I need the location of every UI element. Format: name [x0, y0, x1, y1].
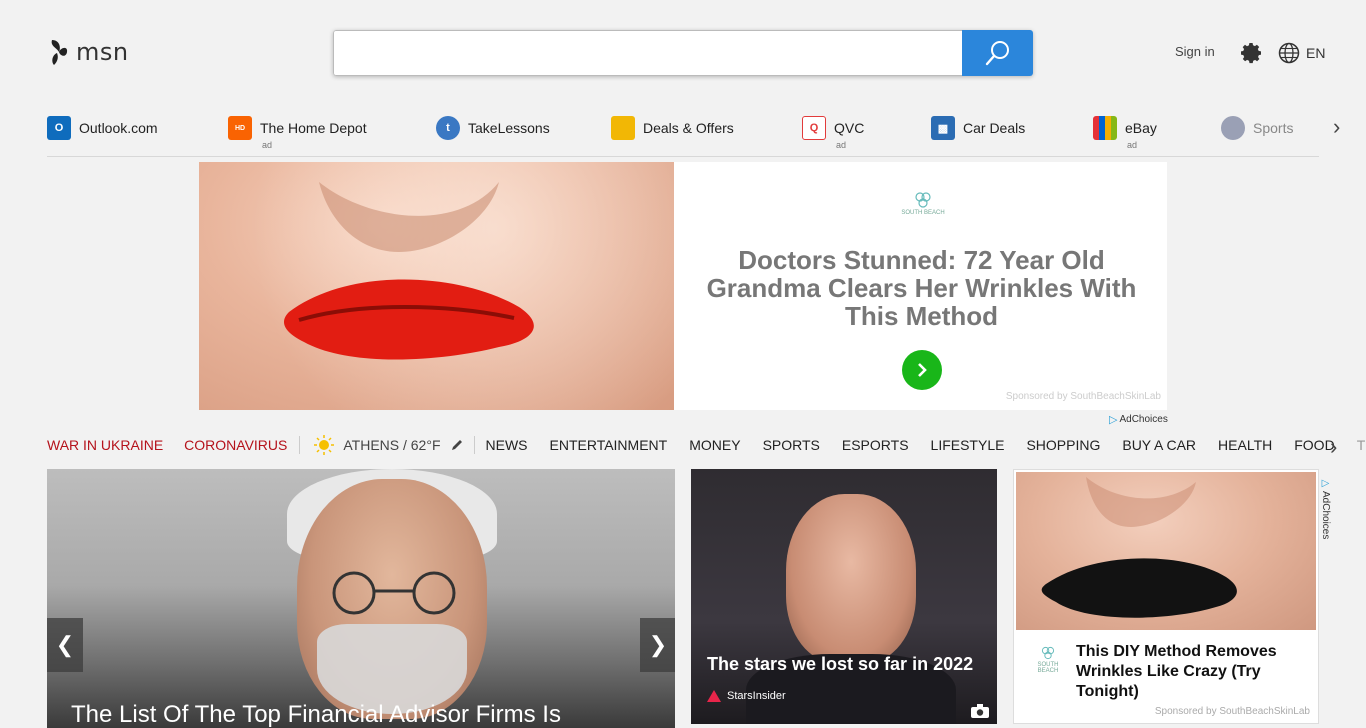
ad-lips-image	[1016, 472, 1316, 630]
starsinsider-logo-icon	[707, 690, 721, 702]
story-title[interactable]: The stars we lost so far in 2022	[707, 654, 973, 675]
quick-link-label: Sports	[1253, 120, 1294, 136]
nav-health[interactable]: HEALTH	[1218, 437, 1272, 453]
quick-link-takelessons[interactable]: t TakeLessons	[436, 116, 550, 140]
nav-shopping[interactable]: SHOPPING	[1026, 437, 1100, 453]
quick-link-qvc[interactable]: Q QVC ad	[802, 116, 865, 150]
banner-ad-headline[interactable]: Doctors Stunned: 72 Year Old Grandma Cle…	[694, 246, 1149, 330]
adchoices-link[interactable]: ▷ AdChoices	[1109, 413, 1168, 426]
southbeach-logo: SOUTH BEACH	[896, 192, 950, 222]
quick-link-label: Deals & Offers	[643, 120, 734, 136]
story-image	[786, 494, 916, 664]
search-button[interactable]	[962, 30, 1033, 76]
adchoices-icon: ▷	[1109, 414, 1118, 426]
quick-link-label: TakeLessons	[468, 120, 550, 136]
quick-link-sports[interactable]: Sports	[1221, 116, 1293, 140]
nav-esports[interactable]: ESPORTS	[842, 437, 909, 453]
deals-tag-icon	[611, 116, 635, 140]
quick-links-bar: O Outlook.com HD The Home Depot ad t Tak…	[47, 110, 1340, 157]
quick-link-label: Car Deals	[963, 120, 1026, 136]
butterfly-logo-icon	[51, 40, 68, 65]
camera-gallery-icon	[971, 704, 989, 718]
ad-sponsor[interactable]: Sponsored by SouthBeachSkinLab	[1155, 706, 1310, 717]
settings-gear-icon[interactable]	[1240, 41, 1264, 65]
nav-coronavirus[interactable]: CORONAVIRUS	[184, 437, 287, 453]
outlook-icon: O	[47, 116, 71, 140]
adchoices-icon: ▷	[1320, 478, 1331, 489]
hero-title[interactable]: The List Of The Top Financial Advisor Fi…	[71, 701, 561, 728]
car-icon: ▩	[931, 116, 955, 140]
quick-link-deals-offers[interactable]: Deals & Offers	[611, 116, 734, 140]
ad-label: ad	[262, 140, 273, 150]
ebay-bag-icon	[1093, 116, 1117, 140]
search-icon	[985, 41, 1009, 66]
banner-ad-go-button[interactable]	[902, 350, 942, 390]
banner-ad-sponsor[interactable]: Sponsored by SouthBeachSkinLab	[1006, 391, 1161, 402]
nav-money[interactable]: MONEY	[689, 437, 740, 453]
chevron-right-icon	[918, 363, 927, 377]
search-bar	[333, 30, 1033, 76]
nav-sports[interactable]: SPORTS	[763, 437, 820, 453]
sun-weather-icon	[314, 435, 335, 455]
hero-story-card[interactable]: ❮ ❯ The List Of The Top Financial Adviso…	[47, 469, 675, 728]
ad-label: ad	[836, 140, 847, 150]
story-card[interactable]: The stars we lost so far in 2022 StarsIn…	[691, 469, 997, 724]
nav-food[interactable]: FOOD	[1294, 437, 1334, 453]
search-input[interactable]	[333, 30, 962, 76]
takelessons-icon: t	[436, 116, 460, 140]
nav-news[interactable]: NEWS	[486, 437, 528, 453]
ad-label: ad	[1127, 140, 1138, 150]
nav-entertainment[interactable]: ENTERTAINMENT	[550, 437, 668, 453]
sponsored-ad-card[interactable]: SOUTH BEACH This DIY Method Removes Wrin…	[1013, 469, 1319, 724]
chevron-right-icon: ❯	[648, 632, 668, 657]
quick-link-car-deals[interactable]: ▩ Car Deals	[931, 116, 1025, 140]
nav-divider	[299, 436, 301, 454]
sign-in-link[interactable]: Sign in	[1175, 44, 1215, 59]
quick-links-next-chevron-icon[interactable]: ›	[1333, 114, 1340, 140]
nav-buy-a-car[interactable]: BUY A CAR	[1122, 437, 1196, 453]
sports-icon	[1221, 116, 1245, 140]
ad-headline[interactable]: This DIY Method Removes Wrinkles Like Cr…	[1076, 642, 1306, 702]
southbeach-emblem-icon	[915, 192, 931, 208]
qvc-icon: Q	[802, 116, 826, 140]
glasses-shape	[332, 571, 456, 615]
ad-lips-image	[199, 162, 674, 410]
quick-link-label: eBay	[1125, 120, 1157, 136]
quick-link-label: QVC	[834, 120, 865, 136]
pencil-edit-icon[interactable]	[450, 438, 464, 452]
msn-logo[interactable]: msn	[48, 38, 129, 66]
quick-link-outlook[interactable]: O Outlook.com	[47, 116, 158, 140]
nav-weather[interactable]: ATHENS / 62°F	[343, 437, 440, 453]
nav-war-in-ukraine[interactable]: WAR IN UKRAINE	[47, 437, 163, 453]
nav-divider	[473, 436, 475, 454]
hero-prev-button[interactable]: ❮	[47, 618, 83, 672]
logo-text: msn	[76, 38, 129, 66]
southbeach-logo: SOUTH BEACH	[1028, 646, 1068, 674]
quick-link-home-depot[interactable]: HD The Home Depot ad	[228, 116, 367, 150]
adchoices-link[interactable]: ▷ AdChoices	[1320, 478, 1331, 539]
story-source[interactable]: StarsInsider	[707, 690, 786, 702]
nav-travel[interactable]: TRAVEL	[1357, 437, 1366, 453]
southbeach-emblem-icon	[1041, 646, 1055, 660]
nav-lifestyle[interactable]: LIFESTYLE	[931, 437, 1005, 453]
language-label: EN	[1306, 45, 1326, 61]
quick-link-ebay[interactable]: eBay ad	[1093, 116, 1157, 150]
nav-next-chevron-icon[interactable]: ›	[1330, 434, 1337, 460]
quick-link-label: Outlook.com	[79, 120, 158, 136]
language-selector[interactable]: EN	[1278, 42, 1325, 64]
home-depot-icon: HD	[228, 116, 252, 140]
quick-link-label: The Home Depot	[260, 120, 367, 136]
chevron-left-icon: ❮	[55, 632, 75, 657]
banner-ad[interactable]: SOUTH BEACH Doctors Stunned: 72 Year Old…	[199, 162, 1167, 410]
category-nav: WAR IN UKRAINE CORONAVIRUS ATHENS / 62°F…	[47, 434, 1366, 456]
hero-next-button[interactable]: ❯	[640, 618, 675, 672]
globe-icon	[1278, 42, 1300, 64]
